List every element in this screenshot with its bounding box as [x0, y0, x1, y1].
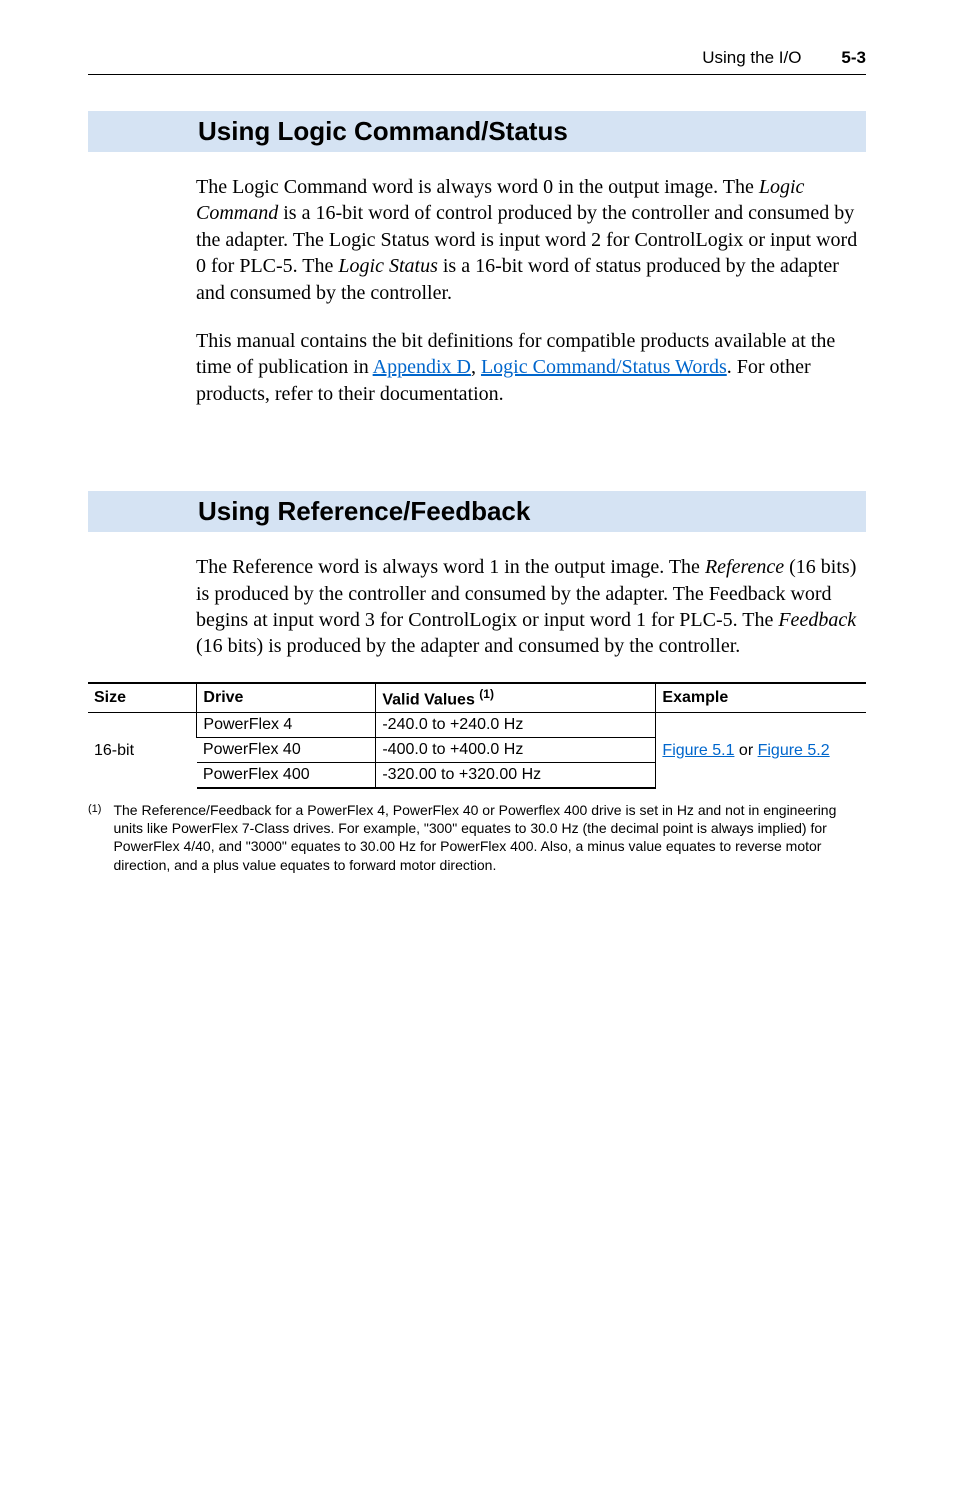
section-spacer [88, 429, 866, 491]
section-heading-logic: Using Logic Command/Status [88, 111, 866, 152]
cell-valid: -400.0 to +400.0 Hz [376, 738, 656, 763]
section1-para1: The Logic Command word is always word 0 … [196, 174, 866, 306]
section-heading-reference: Using Reference/Feedback [88, 491, 866, 532]
link-figure-5-2[interactable]: Figure 5.2 [758, 742, 830, 759]
header-title: Using the I/O [702, 48, 801, 68]
th-example: Example [656, 683, 866, 713]
table-row: 16-bit PowerFlex 4 -240.0 to +240.0 Hz F… [88, 713, 866, 738]
cell-valid: -320.00 to +320.00 Hz [376, 763, 656, 789]
section2-para1: The Reference word is always word 1 in t… [196, 554, 866, 660]
cell-drive: PowerFlex 400 [197, 763, 376, 789]
reference-table: Size Drive Valid Values (1) Example 16-b… [88, 682, 866, 789]
cell-drive: PowerFlex 4 [197, 713, 376, 738]
cell-example: Figure 5.1 or Figure 5.2 [656, 713, 866, 789]
cell-size: 16-bit [88, 713, 197, 789]
footnote-marker: (1) [88, 802, 101, 874]
th-valid: Valid Values (1) [376, 683, 656, 713]
th-size: Size [88, 683, 197, 713]
section1-para2: This manual contains the bit definitions… [196, 328, 866, 407]
cell-valid: -240.0 to +240.0 Hz [376, 713, 656, 738]
cell-drive: PowerFlex 40 [197, 738, 376, 763]
link-figure-5-1[interactable]: Figure 5.1 [662, 742, 734, 759]
page-header: Using the I/O 5-3 [88, 48, 866, 68]
table-header-row: Size Drive Valid Values (1) Example [88, 683, 866, 713]
link-appendix-d[interactable]: Appendix D [373, 356, 471, 378]
page-number: 5-3 [841, 48, 866, 68]
link-logic-command-status[interactable]: Logic Command/Status Words [481, 356, 727, 378]
footnote-text: The Reference/Feedback for a PowerFlex 4… [113, 801, 866, 874]
header-rule [88, 74, 866, 75]
footnote: (1) The Reference/Feedback for a PowerFl… [88, 801, 866, 874]
th-drive: Drive [197, 683, 376, 713]
